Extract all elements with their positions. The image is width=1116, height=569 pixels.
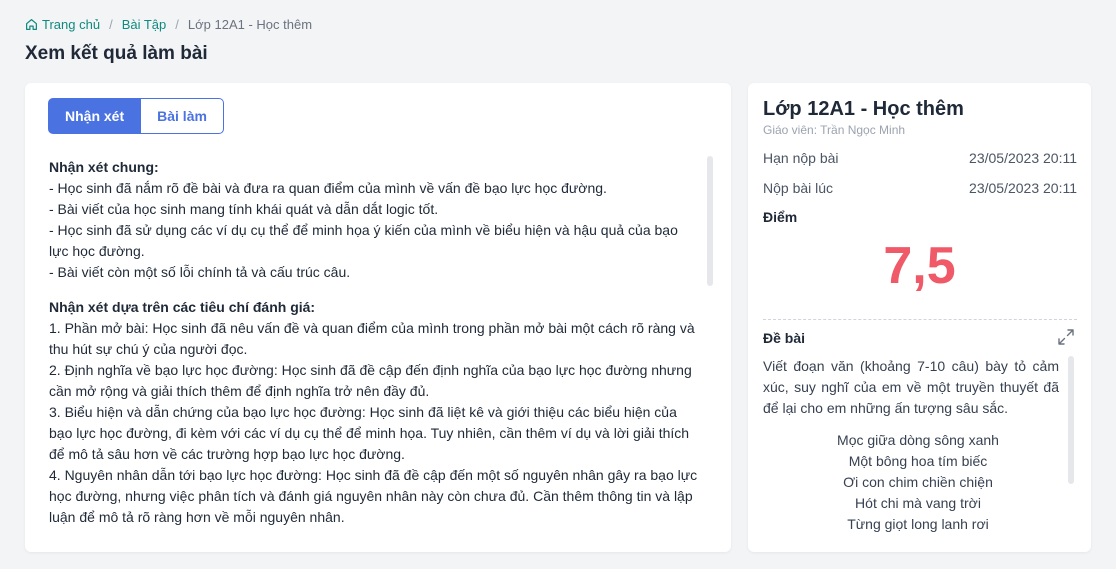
review-line: - Học sinh đã nắm rõ đề bài và đưa ra qu… [49, 180, 607, 196]
breadcrumb: Trang chủ / Bài Tập / Lớp 12A1 - Học thê… [25, 17, 312, 32]
review-card: Nhận xét Bài làm Nhận xét chung: - Học s… [25, 83, 731, 552]
breadcrumb-separator: / [109, 17, 113, 32]
assignment-text: Viết đoạn văn (khoảng 7-10 câu) bày tỏ c… [763, 358, 1059, 416]
class-name: Lớp 12A1 - Học thêm [763, 98, 964, 120]
assignment-scrollbar[interactable] [1068, 356, 1074, 484]
submitted-value: 23/05/2023 20:11 [969, 180, 1077, 196]
tab-review[interactable]: Nhận xét [48, 98, 142, 134]
submitted-row: Nộp bài lúc 23/05/2023 20:11 [763, 180, 1077, 196]
review-content: Nhận xét chung: - Học sinh đã nắm rõ đề … [49, 157, 699, 537]
deadline-label: Hạn nộp bài [763, 150, 839, 166]
tab-work[interactable]: Bài làm [141, 98, 224, 134]
poem-line: Mọc giữa dòng sông xanh [837, 432, 999, 448]
poem-line: Ơi con chim chiền chiện [843, 474, 993, 490]
review-line: - Bài viết còn một số lỗi chính tả và cấ… [49, 264, 351, 280]
info-card: Lớp 12A1 - Học thêm Giáo viên: Trần Ngọc… [748, 83, 1091, 552]
assignment-label: Đề bài [763, 330, 806, 346]
poem-line: Từng giọt long lanh rơi [847, 516, 989, 532]
criteria-review-heading: Nhận xét dựa trên các tiêu chí đánh giá: [49, 299, 316, 315]
score-label: Điểm [763, 209, 798, 225]
page-title: Xem kết quả làm bài [25, 43, 208, 64]
score-value: 7,5 [883, 237, 956, 295]
review-scrollbar[interactable] [707, 156, 713, 286]
assignment-poem: Mọc giữa dòng sông xanh Một bông hoa tím… [763, 430, 1073, 536]
poem-line: Hót chi mà vang trời [855, 495, 981, 511]
review-line: - Bài viết của học sinh mang tính khái q… [49, 201, 439, 217]
criteria-line: 4. Nguyên nhân dẫn tới bạo lực học đường… [49, 467, 698, 525]
home-icon[interactable] [25, 18, 38, 31]
deadline-value: 23/05/2023 20:11 [969, 150, 1077, 166]
teacher-name: Giáo viên: Trần Ngọc Minh [763, 123, 906, 137]
deadline-row: Hạn nộp bài 23/05/2023 20:11 [763, 150, 1077, 166]
review-line: - Học sinh đã sử dụng các ví dụ cụ thể đ… [49, 222, 678, 259]
breadcrumb-current: Lớp 12A1 - Học thêm [187, 17, 313, 32]
expand-icon[interactable] [1057, 328, 1075, 346]
divider [763, 319, 1077, 320]
breadcrumb-home[interactable]: Trang chủ [42, 17, 100, 32]
poem-line: Một bông hoa tím biếc [848, 453, 988, 469]
general-review-heading: Nhận xét chung: [49, 159, 159, 175]
submitted-label: Nộp bài lúc [763, 180, 834, 196]
criteria-line: 2. Định nghĩa về bạo lực học đường: Học … [49, 362, 692, 399]
criteria-line: 3. Biểu hiện và dẫn chứng của bạo lực họ… [49, 404, 690, 462]
breadcrumb-separator: / [175, 17, 179, 32]
breadcrumb-exercises[interactable]: Bài Tập [122, 17, 167, 32]
criteria-line: 1. Phần mở bài: Học sinh đã nêu vấn đề v… [49, 320, 695, 357]
tab-group: Nhận xét Bài làm [48, 98, 224, 134]
